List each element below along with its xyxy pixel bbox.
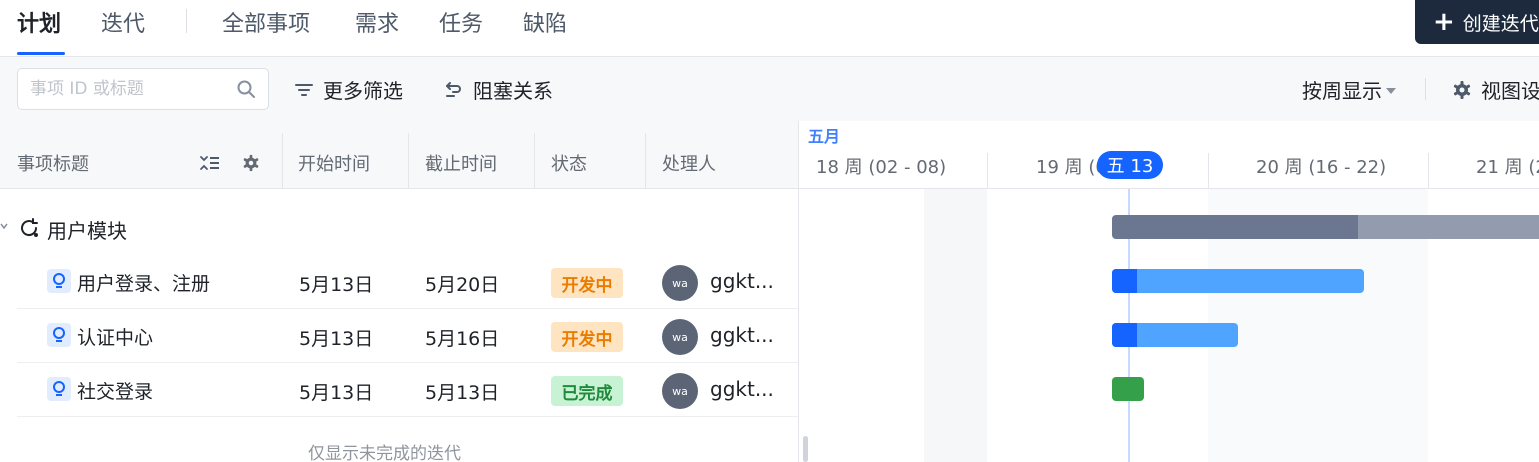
table-row[interactable]: 用户登录、注册 5月13日 5月20日 开发中 wa ggkt...: [0, 255, 798, 309]
column-divider: [534, 133, 535, 189]
requirement-bulb-icon: [47, 377, 71, 401]
iteration-icon: [21, 218, 38, 237]
collapse-caret-icon[interactable]: [0, 222, 8, 230]
column-header-start[interactable]: 开始时间: [298, 150, 370, 176]
status-badge[interactable]: 开发中: [551, 268, 623, 298]
view-by-week-dropdown[interactable]: 按周显示: [1302, 75, 1396, 104]
item-start-date[interactable]: 5月13日: [299, 270, 373, 297]
week-label: 21 周 (2: [1476, 157, 1539, 178]
footer-note: 仅显示未完成的迭代: [308, 444, 461, 462]
toolbar-divider: [1425, 78, 1426, 100]
link-icon: [446, 81, 461, 97]
filter-icon: [295, 83, 313, 96]
tab-all-items[interactable]: 全部事项: [222, 6, 310, 38]
week-divider: [1208, 153, 1209, 188]
column-divider: [408, 133, 409, 189]
avatar: wa: [662, 373, 698, 409]
tab-requirements[interactable]: 需求: [355, 6, 399, 38]
table-header: 事项标题 开始时间 截止时间 状态 处理人: [0, 121, 798, 189]
expand-collapse-icon[interactable]: [199, 154, 221, 172]
column-header-title[interactable]: 事项标题: [17, 150, 89, 176]
item-end-date[interactable]: 5月16日: [425, 324, 499, 351]
status-badge[interactable]: 已完成: [551, 376, 623, 406]
item-title[interactable]: 认证中心: [77, 323, 153, 350]
tab-plan[interactable]: 计划: [17, 6, 61, 38]
table-row[interactable]: 社交登录 5月13日 5月13日 已完成 wa ggkt...: [0, 363, 798, 417]
week-divider: [1428, 153, 1429, 188]
item-start-date[interactable]: 5月13日: [299, 378, 373, 405]
tab-iteration[interactable]: 迭代: [101, 6, 145, 38]
table-row[interactable]: 认证中心 5月13日 5月16日 开发中 wa ggkt...: [0, 309, 798, 363]
gantt-chart: 五月 18 周 (02 - 08) 19 周 (0 20 周 (16 - 22)…: [798, 121, 1539, 462]
item-end-date[interactable]: 5月13日: [425, 378, 499, 405]
assignee-name[interactable]: ggkt...: [710, 269, 774, 293]
group-gantt-bar[interactable]: [1112, 215, 1358, 239]
view-settings-label: 视图设置: [1481, 79, 1539, 103]
caret-down-icon: [1386, 87, 1396, 94]
task-gantt-bar-progress: [1112, 323, 1137, 347]
assignee-name[interactable]: ggkt...: [710, 377, 774, 401]
column-divider: [282, 133, 283, 189]
filter-toolbar: 更多筛选 阻塞关系 按周显示 视图设置: [0, 57, 1539, 121]
assignee-name[interactable]: ggkt...: [710, 323, 774, 347]
requirement-bulb-icon: [47, 323, 71, 347]
week-divider: [987, 153, 988, 188]
row-divider: [17, 416, 798, 417]
more-filters-label: 更多筛选: [323, 79, 403, 103]
column-header-assignee[interactable]: 处理人: [662, 150, 716, 176]
item-start-date[interactable]: 5月13日: [299, 324, 373, 351]
week-label: 18 周 (02 - 08): [816, 157, 947, 178]
tab-divider: [186, 9, 187, 33]
table-body: 用户模块 用户登录、注册 5月13日 5月20日 开发中 wa ggkt... …: [0, 189, 798, 462]
task-gantt-bar-progress: [1112, 269, 1137, 293]
column-settings-gear-icon[interactable]: [242, 154, 260, 172]
item-title[interactable]: 用户登录、注册: [77, 269, 210, 296]
item-title[interactable]: 社交登录: [77, 377, 153, 404]
gear-icon: [1453, 80, 1471, 99]
top-tab-bar: 计划 迭代 全部事项 需求 任务 缺陷 + 创建迭代: [0, 0, 1539, 57]
view-by-week-label: 按周显示: [1302, 79, 1382, 103]
requirement-bulb-icon: [47, 269, 71, 293]
month-label: 五月: [808, 127, 841, 146]
avatar: wa: [662, 265, 698, 301]
gantt-timeline-header: 五月 18 周 (02 - 08) 19 周 (0 20 周 (16 - 22)…: [799, 121, 1539, 189]
plus-icon: +: [1433, 7, 1455, 37]
scrollbar-thumb[interactable]: [803, 436, 808, 462]
item-end-date[interactable]: 5月20日: [425, 270, 499, 297]
blocking-relation-label: 阻塞关系: [473, 79, 553, 103]
avatar: wa: [662, 319, 698, 355]
status-badge[interactable]: 开发中: [551, 322, 623, 352]
tab-tasks[interactable]: 任务: [439, 6, 483, 38]
group-gantt-bar-extension[interactable]: [1358, 215, 1539, 239]
blocking-relation-button[interactable]: 阻塞关系: [444, 75, 553, 104]
column-header-status[interactable]: 状态: [551, 150, 587, 176]
group-title[interactable]: 用户模块: [47, 215, 127, 244]
task-gantt-bar[interactable]: [1112, 269, 1364, 293]
tab-defects[interactable]: 缺陷: [523, 6, 567, 38]
column-divider: [645, 133, 646, 189]
column-header-end[interactable]: 截止时间: [425, 150, 497, 176]
weekend-shade: [924, 189, 987, 462]
create-iteration-label: 创建迭代: [1462, 12, 1539, 35]
group-row[interactable]: 用户模块: [0, 201, 798, 255]
more-filters-button[interactable]: 更多筛选: [294, 75, 403, 104]
active-tab-indicator: [17, 52, 65, 55]
week-label: 20 周 (16 - 22): [1256, 157, 1387, 178]
search-input[interactable]: [30, 77, 230, 101]
create-iteration-button[interactable]: + 创建迭代: [1415, 0, 1539, 44]
today-marker: 五 13: [1097, 151, 1163, 179]
gantt-body: [799, 189, 1539, 462]
view-settings-button[interactable]: 视图设置: [1452, 75, 1539, 104]
task-gantt-bar-done[interactable]: [1112, 377, 1144, 401]
search-box: [17, 68, 269, 110]
search-icon[interactable]: [236, 79, 256, 99]
